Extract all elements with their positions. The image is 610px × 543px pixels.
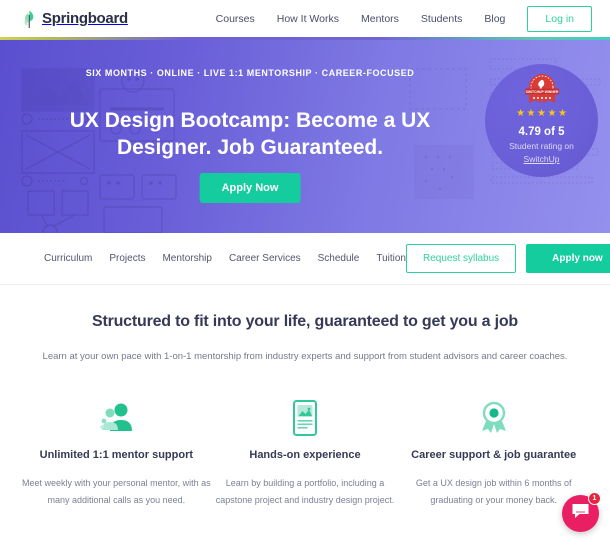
feature-title: Career support & job guarantee xyxy=(411,449,577,461)
star-rating-row: ★ ★ ★ ★ ★ xyxy=(516,109,567,119)
sub-nav-actions: Request syllabus Apply now xyxy=(406,244,610,273)
nav-link-courses[interactable]: Courses xyxy=(216,13,255,25)
apply-now-button[interactable]: Apply now xyxy=(526,244,610,273)
feature-card-mentor-support: Unlimited 1:1 mentor support Meet weekly… xyxy=(22,395,211,509)
section-header: Structured to fit into your life, guaran… xyxy=(0,313,610,365)
section-title: Structured to fit into your life, guaran… xyxy=(91,313,519,330)
feature-title: Unlimited 1:1 mentor support xyxy=(39,449,194,461)
rating-score: 4.79 of 5 xyxy=(518,126,565,138)
rating-caption: Student rating on xyxy=(509,141,574,151)
chat-launcher-button[interactable]: 1 xyxy=(562,492,601,532)
award-ribbon-icon xyxy=(399,395,588,440)
springboard-leaf-icon xyxy=(22,10,37,28)
nav-link-blog[interactable]: Blog xyxy=(484,13,505,25)
portfolio-device-icon xyxy=(211,395,400,440)
star-icon: ★ xyxy=(557,108,567,119)
feature-card-career-support: Career support & job guarantee Get a UX … xyxy=(399,395,588,509)
nav-link-students[interactable]: Students xyxy=(421,13,462,25)
subnav-link-career-services[interactable]: Career Services xyxy=(229,253,301,264)
page-root: Springboard Courses How It Works Mentors… xyxy=(0,0,610,543)
sub-nav-links: Curriculum Projects Mentorship Career Se… xyxy=(44,253,406,264)
subnav-link-tuition[interactable]: Tuition xyxy=(376,253,406,264)
login-button[interactable]: Log in xyxy=(527,5,592,32)
request-syllabus-button[interactable]: Request syllabus xyxy=(406,244,517,273)
feature-description: Meet weekly with your personal mentor, w… xyxy=(22,478,211,505)
section-subtitle: Learn at your own pace with 1-on-1 mento… xyxy=(42,351,568,362)
chat-message-icon xyxy=(571,503,590,525)
student-rating-badge: SWITCHUP WINNER ★ ★ ★ ★ ★ 4.79 of 5 Stud… xyxy=(485,64,598,177)
nav-link-how-it-works[interactable]: How It Works xyxy=(277,13,339,25)
feature-title: Hands-on experience xyxy=(249,449,361,461)
subnav-link-mentorship[interactable]: Mentorship xyxy=(162,253,211,264)
top-navigation-bar: Springboard Courses How It Works Mentors… xyxy=(0,0,610,37)
chat-unread-badge: 1 xyxy=(588,492,601,505)
primary-nav-links: Courses How It Works Mentors Students Bl… xyxy=(216,5,592,32)
switchup-link[interactable]: SwitchUp xyxy=(524,154,560,164)
star-icon: ★ xyxy=(547,108,557,119)
course-sub-navigation: Curriculum Projects Mentorship Career Se… xyxy=(0,233,610,285)
brand-name: Springboard xyxy=(42,10,128,27)
feature-description: Get a UX design job within 6 months of g… xyxy=(415,478,572,505)
star-icon: ★ xyxy=(526,108,536,119)
hero-accent-strip xyxy=(0,37,610,40)
mentor-people-icon xyxy=(22,395,211,440)
switchup-award-badge-icon: SWITCHUP WINNER xyxy=(517,73,567,107)
subnav-link-projects[interactable]: Projects xyxy=(109,253,145,264)
feature-description: Learn by building a portfolio, including… xyxy=(215,478,395,505)
subnav-link-curriculum[interactable]: Curriculum xyxy=(44,253,92,264)
feature-columns: Unlimited 1:1 mentor support Meet weekly… xyxy=(0,395,610,509)
hero-apply-now-button[interactable]: Apply Now xyxy=(199,173,301,203)
star-icon: ★ xyxy=(516,108,526,119)
svg-text:SWITCHUP WINNER: SWITCHUP WINNER xyxy=(525,90,558,94)
subnav-link-schedule[interactable]: Schedule xyxy=(318,253,360,264)
star-icon: ★ xyxy=(537,108,546,119)
brand-logo[interactable]: Springboard xyxy=(22,10,128,28)
feature-card-hands-on-experience: Hands-on experience Learn by building a … xyxy=(211,395,400,509)
hero-banner: SIX MONTHS · ONLINE · LIVE 1:1 MENTORSHI… xyxy=(0,37,610,233)
nav-link-mentors[interactable]: Mentors xyxy=(361,13,399,25)
